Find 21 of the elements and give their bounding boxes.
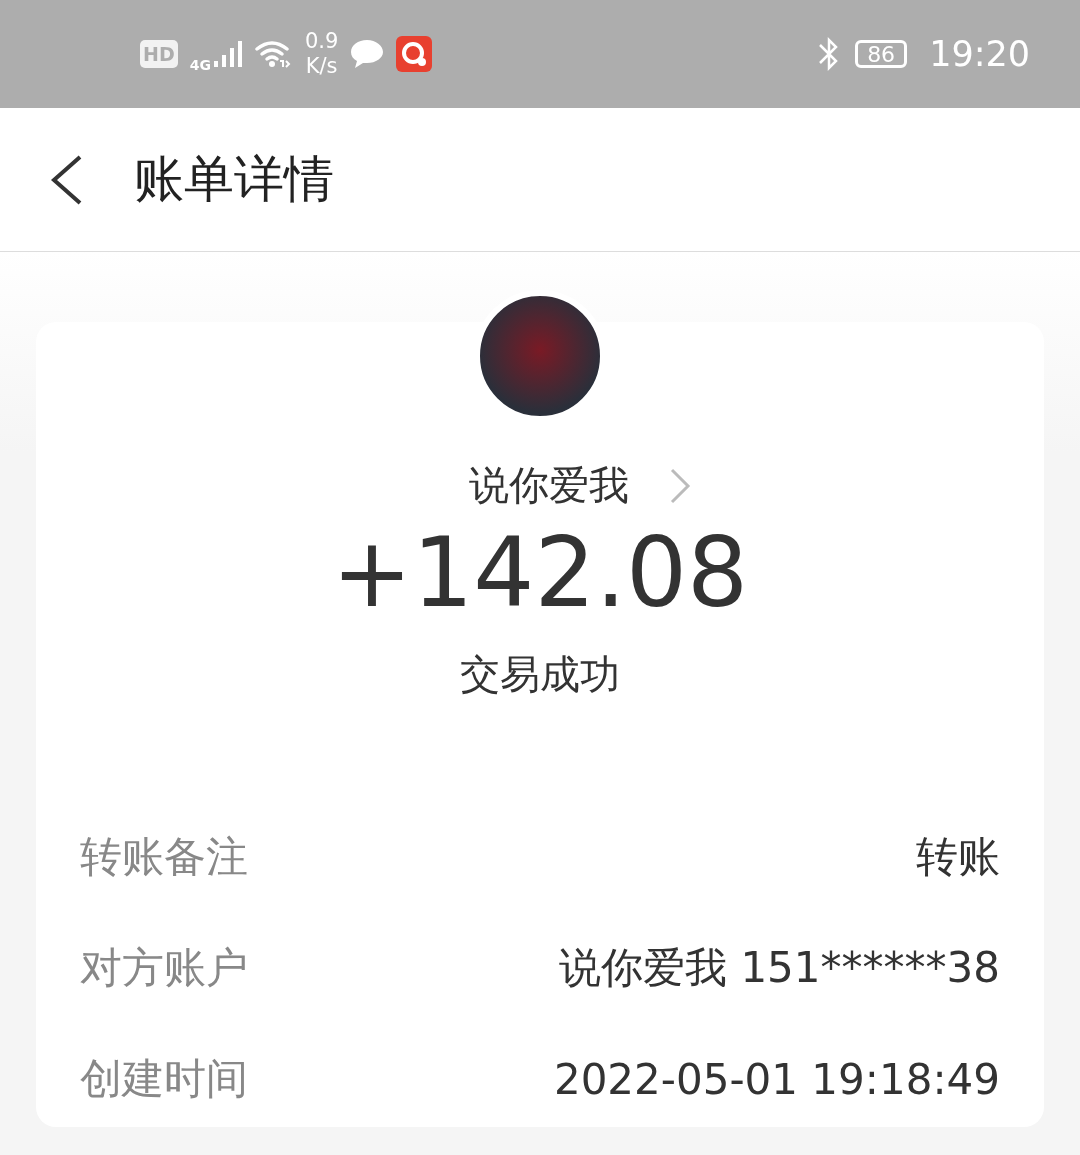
clock-time: 19:20 xyxy=(929,34,1030,74)
network-type: 4G xyxy=(189,57,211,73)
hd-indicator: HD xyxy=(140,40,178,68)
detail-label: 转账备注 xyxy=(80,831,248,884)
detail-value: 2022-05-01 19:18:49 xyxy=(553,1054,1000,1104)
page-title: 账单详情 xyxy=(134,149,334,210)
speed-unit: K/s xyxy=(305,54,338,79)
network-speed: 0.9 xyxy=(304,29,339,54)
detail-value: 转账 xyxy=(916,831,1000,884)
detail-label: 创建时间 xyxy=(80,1053,248,1106)
payee-link[interactable]: 说你爱我 xyxy=(469,458,691,513)
app-notification-icon xyxy=(396,36,433,72)
chat-bubble-icon xyxy=(350,39,385,69)
battery-indicator: 86 xyxy=(855,40,908,68)
wifi-icon xyxy=(254,39,293,69)
amount-text: +142.08 xyxy=(331,521,749,627)
detail-value: 说你爱我 151******38 xyxy=(559,942,1000,995)
signal-icon xyxy=(212,39,243,69)
detail-label: 对方账户 xyxy=(80,942,248,995)
status-text: 交易成功 xyxy=(460,649,620,699)
chevron-right-icon xyxy=(669,466,691,505)
